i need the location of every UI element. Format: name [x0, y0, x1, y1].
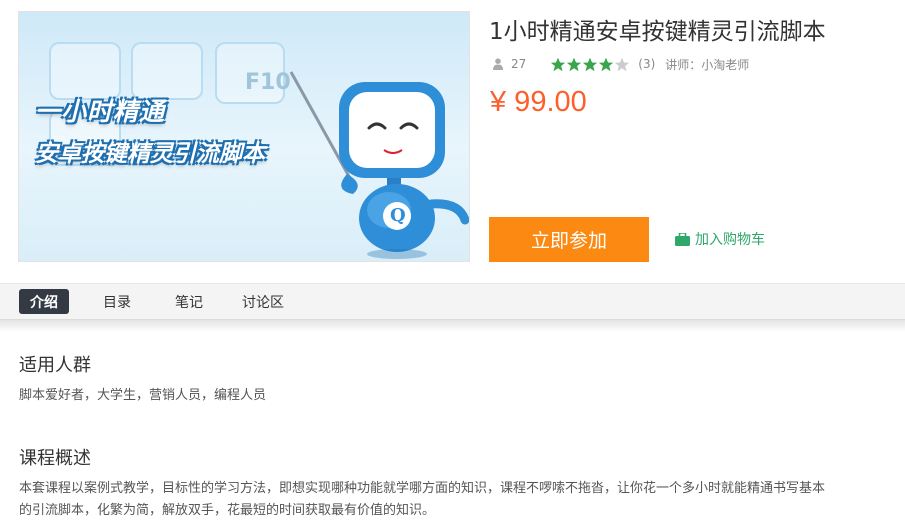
rating-stars — [550, 57, 630, 72]
audience-heading: 适用人群 — [19, 355, 91, 376]
cover-key-label: F10 — [245, 70, 291, 95]
cover-headline-1: 一小时精通 — [35, 97, 166, 126]
star-icon — [583, 57, 598, 71]
star-icon — [567, 57, 582, 71]
star-icon — [599, 57, 614, 71]
tab-catalog[interactable]: 目录 — [97, 289, 137, 314]
course-tab-bar: 介绍 目录 笔记 讨论区 — [0, 283, 905, 320]
tab-intro[interactable]: 介绍 — [19, 289, 69, 314]
cover-headline-2: 安卓按键精灵引流脚本 — [35, 141, 265, 167]
join-course-button[interactable]: 立即参加 — [489, 217, 649, 262]
mascot-letter: Q — [390, 205, 406, 226]
star-icon — [615, 57, 630, 71]
cart-icon — [675, 232, 690, 246]
overview-heading: 课程概述 — [19, 448, 91, 469]
course-title: 1小时精通安卓按键精灵引流脚本 — [489, 19, 826, 45]
overview-text-line-2: 的引流脚本，化繁为简，解放双手，花最短的时间获取最有价值的知识。 — [19, 503, 436, 518]
tab-discussion[interactable]: 讨论区 — [238, 289, 288, 314]
star-icon — [551, 57, 566, 71]
add-to-cart-label: 加入购物车 — [695, 232, 765, 248]
overview-text-line-1: 本套课程以案例式教学，目标性的学习方法，即想实现哪种功能就学哪方面的知识，课程不… — [19, 481, 826, 496]
tab-notes[interactable]: 笔记 — [169, 289, 209, 314]
add-to-cart-link[interactable]: 加入购物车 — [675, 229, 765, 249]
audience-text: 脚本爱好者，大学生，营销人员，编程人员 — [19, 388, 267, 403]
teacher-name[interactable]: 讲师：小淘老师 — [665, 56, 749, 73]
course-cover-image: F10 一小时精通 安卓按键精灵引流脚本 Q — [18, 11, 470, 262]
course-meta: 27 (3) 讲师：小淘老师 — [493, 56, 749, 72]
tab-bar-shadow — [0, 320, 905, 332]
student-count: 27 — [511, 57, 527, 71]
rating-count: (3) — [638, 57, 656, 71]
course-price: ¥ 99.00 — [490, 86, 587, 118]
mascot-illustration — [289, 71, 469, 259]
user-icon — [493, 58, 503, 70]
